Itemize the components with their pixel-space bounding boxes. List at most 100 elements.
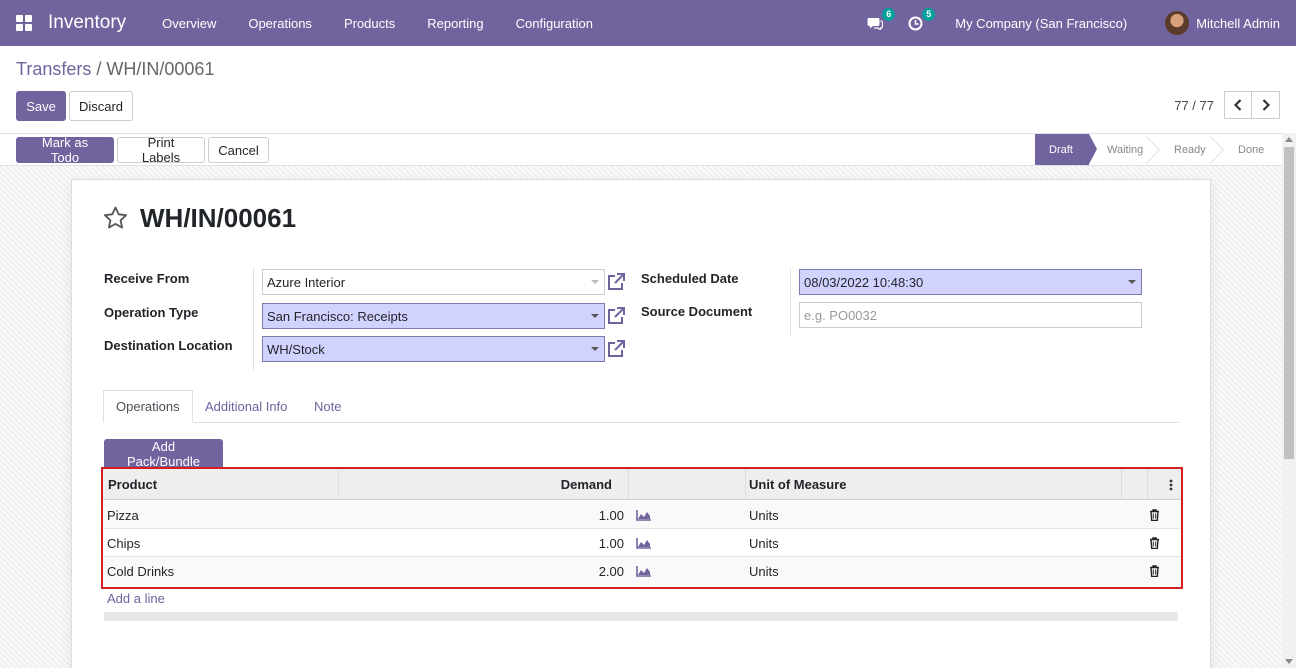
column-divider: [1121, 469, 1122, 500]
discard-button[interactable]: Discard: [69, 91, 133, 121]
row-demand[interactable]: 1.00: [339, 501, 624, 529]
user-avatar[interactable]: [1165, 11, 1190, 35]
notebook-tabs: Operations Additional Info Note: [103, 390, 1179, 423]
pager-value[interactable]: 77 / 77: [1174, 98, 1214, 113]
operation-type-value: San Francisco: Receipts: [267, 308, 408, 324]
messages-icon[interactable]: 6: [863, 8, 896, 35]
destination-location-value: WH/Stock: [267, 341, 325, 357]
menu-products[interactable]: Products: [328, 16, 411, 31]
forecast-chart-icon[interactable]: [636, 529, 651, 557]
column-demand[interactable]: Demand: [339, 469, 612, 500]
optional-columns-icon[interactable]: [1169, 469, 1175, 500]
chevron-left-icon: [1234, 99, 1242, 111]
trash-icon[interactable]: [1149, 557, 1160, 585]
top-navbar: Inventory Overview Operations Products R…: [0, 0, 1296, 46]
destination-location-field[interactable]: WH/Stock: [262, 336, 605, 362]
stage-pipeline: Draft Waiting Ready Done: [1035, 134, 1282, 165]
breadcrumb: Transfers / WH/IN/00061: [16, 59, 214, 80]
receive-from-field[interactable]: Azure Interior: [262, 269, 605, 295]
messages-badge: 6: [882, 8, 896, 21]
activities-badge: 5: [922, 8, 936, 21]
menu-configuration[interactable]: Configuration: [500, 16, 609, 31]
table-footer: [104, 612, 1178, 621]
breadcrumb-separator: /: [96, 59, 102, 79]
cancel-button[interactable]: Cancel: [208, 137, 269, 163]
column-product[interactable]: Product: [108, 469, 157, 500]
add-pack-bundle-button[interactable]: Add Pack/Bundle: [104, 439, 223, 469]
pager-next-button[interactable]: [1252, 91, 1280, 119]
row-product[interactable]: Cold Drinks: [107, 557, 174, 585]
record-title: WH/IN/00061: [140, 203, 297, 233]
table-row[interactable]: Cold Drinks 2.00 Units: [103, 557, 1181, 585]
row-demand[interactable]: 1.00: [339, 529, 624, 557]
source-document-field[interactable]: e.g. PO0032: [799, 302, 1142, 328]
activities-clock-icon[interactable]: 5: [903, 8, 936, 35]
row-product[interactable]: Pizza: [107, 501, 139, 529]
tab-note[interactable]: Note: [302, 390, 353, 423]
scroll-down-arrow-icon[interactable]: [1285, 659, 1293, 664]
row-unit-of-measure[interactable]: Units: [749, 501, 779, 529]
table-row[interactable]: Pizza 1.00 Units: [103, 501, 1181, 529]
row-product[interactable]: Chips: [107, 529, 140, 557]
forecast-chart-icon[interactable]: [636, 557, 651, 585]
pager: 77 / 77: [1174, 91, 1280, 119]
pager-previous-button[interactable]: [1224, 91, 1252, 119]
breadcrumb-current: WH/IN/00061: [106, 59, 215, 79]
scroll-thumb[interactable]: [1284, 147, 1294, 459]
menu-operations[interactable]: Operations: [232, 16, 328, 31]
column-unit-of-measure[interactable]: Unit of Measure: [749, 469, 847, 500]
favorite-star-icon[interactable]: [103, 206, 128, 233]
breadcrumb-transfers[interactable]: Transfers: [16, 59, 91, 79]
column-divider: [1147, 469, 1148, 500]
receive-from-label: Receive From: [104, 271, 190, 286]
save-button[interactable]: Save: [16, 91, 66, 121]
scheduled-date-field[interactable]: 08/03/2022 10:48:30: [799, 269, 1142, 295]
operation-type-field[interactable]: San Francisco: Receipts: [262, 303, 605, 329]
mark-as-todo-button[interactable]: Mark as Todo: [16, 135, 114, 165]
caret-down-icon: [591, 314, 599, 318]
menu-overview[interactable]: Overview: [146, 16, 232, 31]
table-row[interactable]: Chips 1.00 Units: [103, 529, 1181, 557]
caret-down-icon: [1128, 280, 1136, 284]
vertical-scrollbar[interactable]: [1282, 133, 1296, 668]
form-sheet: [71, 179, 1211, 668]
column-divider: [628, 469, 629, 500]
scheduled-date-label: Scheduled Date: [641, 271, 739, 286]
row-unit-of-measure[interactable]: Units: [749, 557, 779, 585]
external-link-icon[interactable]: [606, 339, 626, 359]
app-name[interactable]: Inventory: [48, 12, 126, 34]
row-demand[interactable]: 2.00: [339, 557, 624, 585]
source-document-placeholder: e.g. PO0032: [804, 307, 877, 323]
stage-draft: Draft: [1035, 134, 1097, 165]
destination-location-label: Destination Location: [104, 338, 233, 353]
print-labels-button[interactable]: Print Labels: [117, 135, 205, 165]
external-link-icon[interactable]: [606, 272, 626, 292]
operations-table: Product Demand Unit of Measure Pizza 1.0…: [101, 467, 1183, 589]
chevron-right-icon: [1262, 99, 1270, 111]
row-unit-of-measure[interactable]: Units: [749, 529, 779, 557]
add-a-line-link[interactable]: Add a line: [107, 591, 165, 606]
operation-type-label: Operation Type: [104, 305, 199, 320]
tab-additional-info[interactable]: Additional Info: [193, 390, 299, 423]
scroll-up-arrow-icon[interactable]: [1285, 137, 1293, 142]
scheduled-date-value: 08/03/2022 10:48:30: [804, 274, 924, 290]
stage-ready: Ready: [1156, 134, 1220, 165]
external-link-icon[interactable]: [606, 306, 626, 326]
column-divider: [745, 469, 746, 500]
table-header: Product Demand Unit of Measure: [103, 469, 1181, 500]
company-switcher[interactable]: My Company (San Francisco): [955, 16, 1127, 31]
receive-from-value: Azure Interior: [267, 274, 346, 290]
tab-operations[interactable]: Operations: [103, 390, 193, 423]
field-separator: [253, 268, 254, 370]
status-bar: Mark as Todo Print Labels Cancel Draft W…: [0, 133, 1282, 166]
caret-down-icon: [591, 347, 599, 351]
trash-icon[interactable]: [1149, 501, 1160, 529]
apps-menu-icon[interactable]: [0, 0, 48, 46]
trash-icon[interactable]: [1149, 529, 1160, 557]
menu-reporting[interactable]: Reporting: [411, 16, 499, 31]
forecast-chart-icon[interactable]: [636, 501, 651, 529]
field-separator: [790, 268, 791, 336]
user-menu[interactable]: Mitchell Admin: [1196, 16, 1280, 31]
source-document-label: Source Document: [641, 304, 753, 319]
stage-done: Done: [1238, 143, 1265, 156]
